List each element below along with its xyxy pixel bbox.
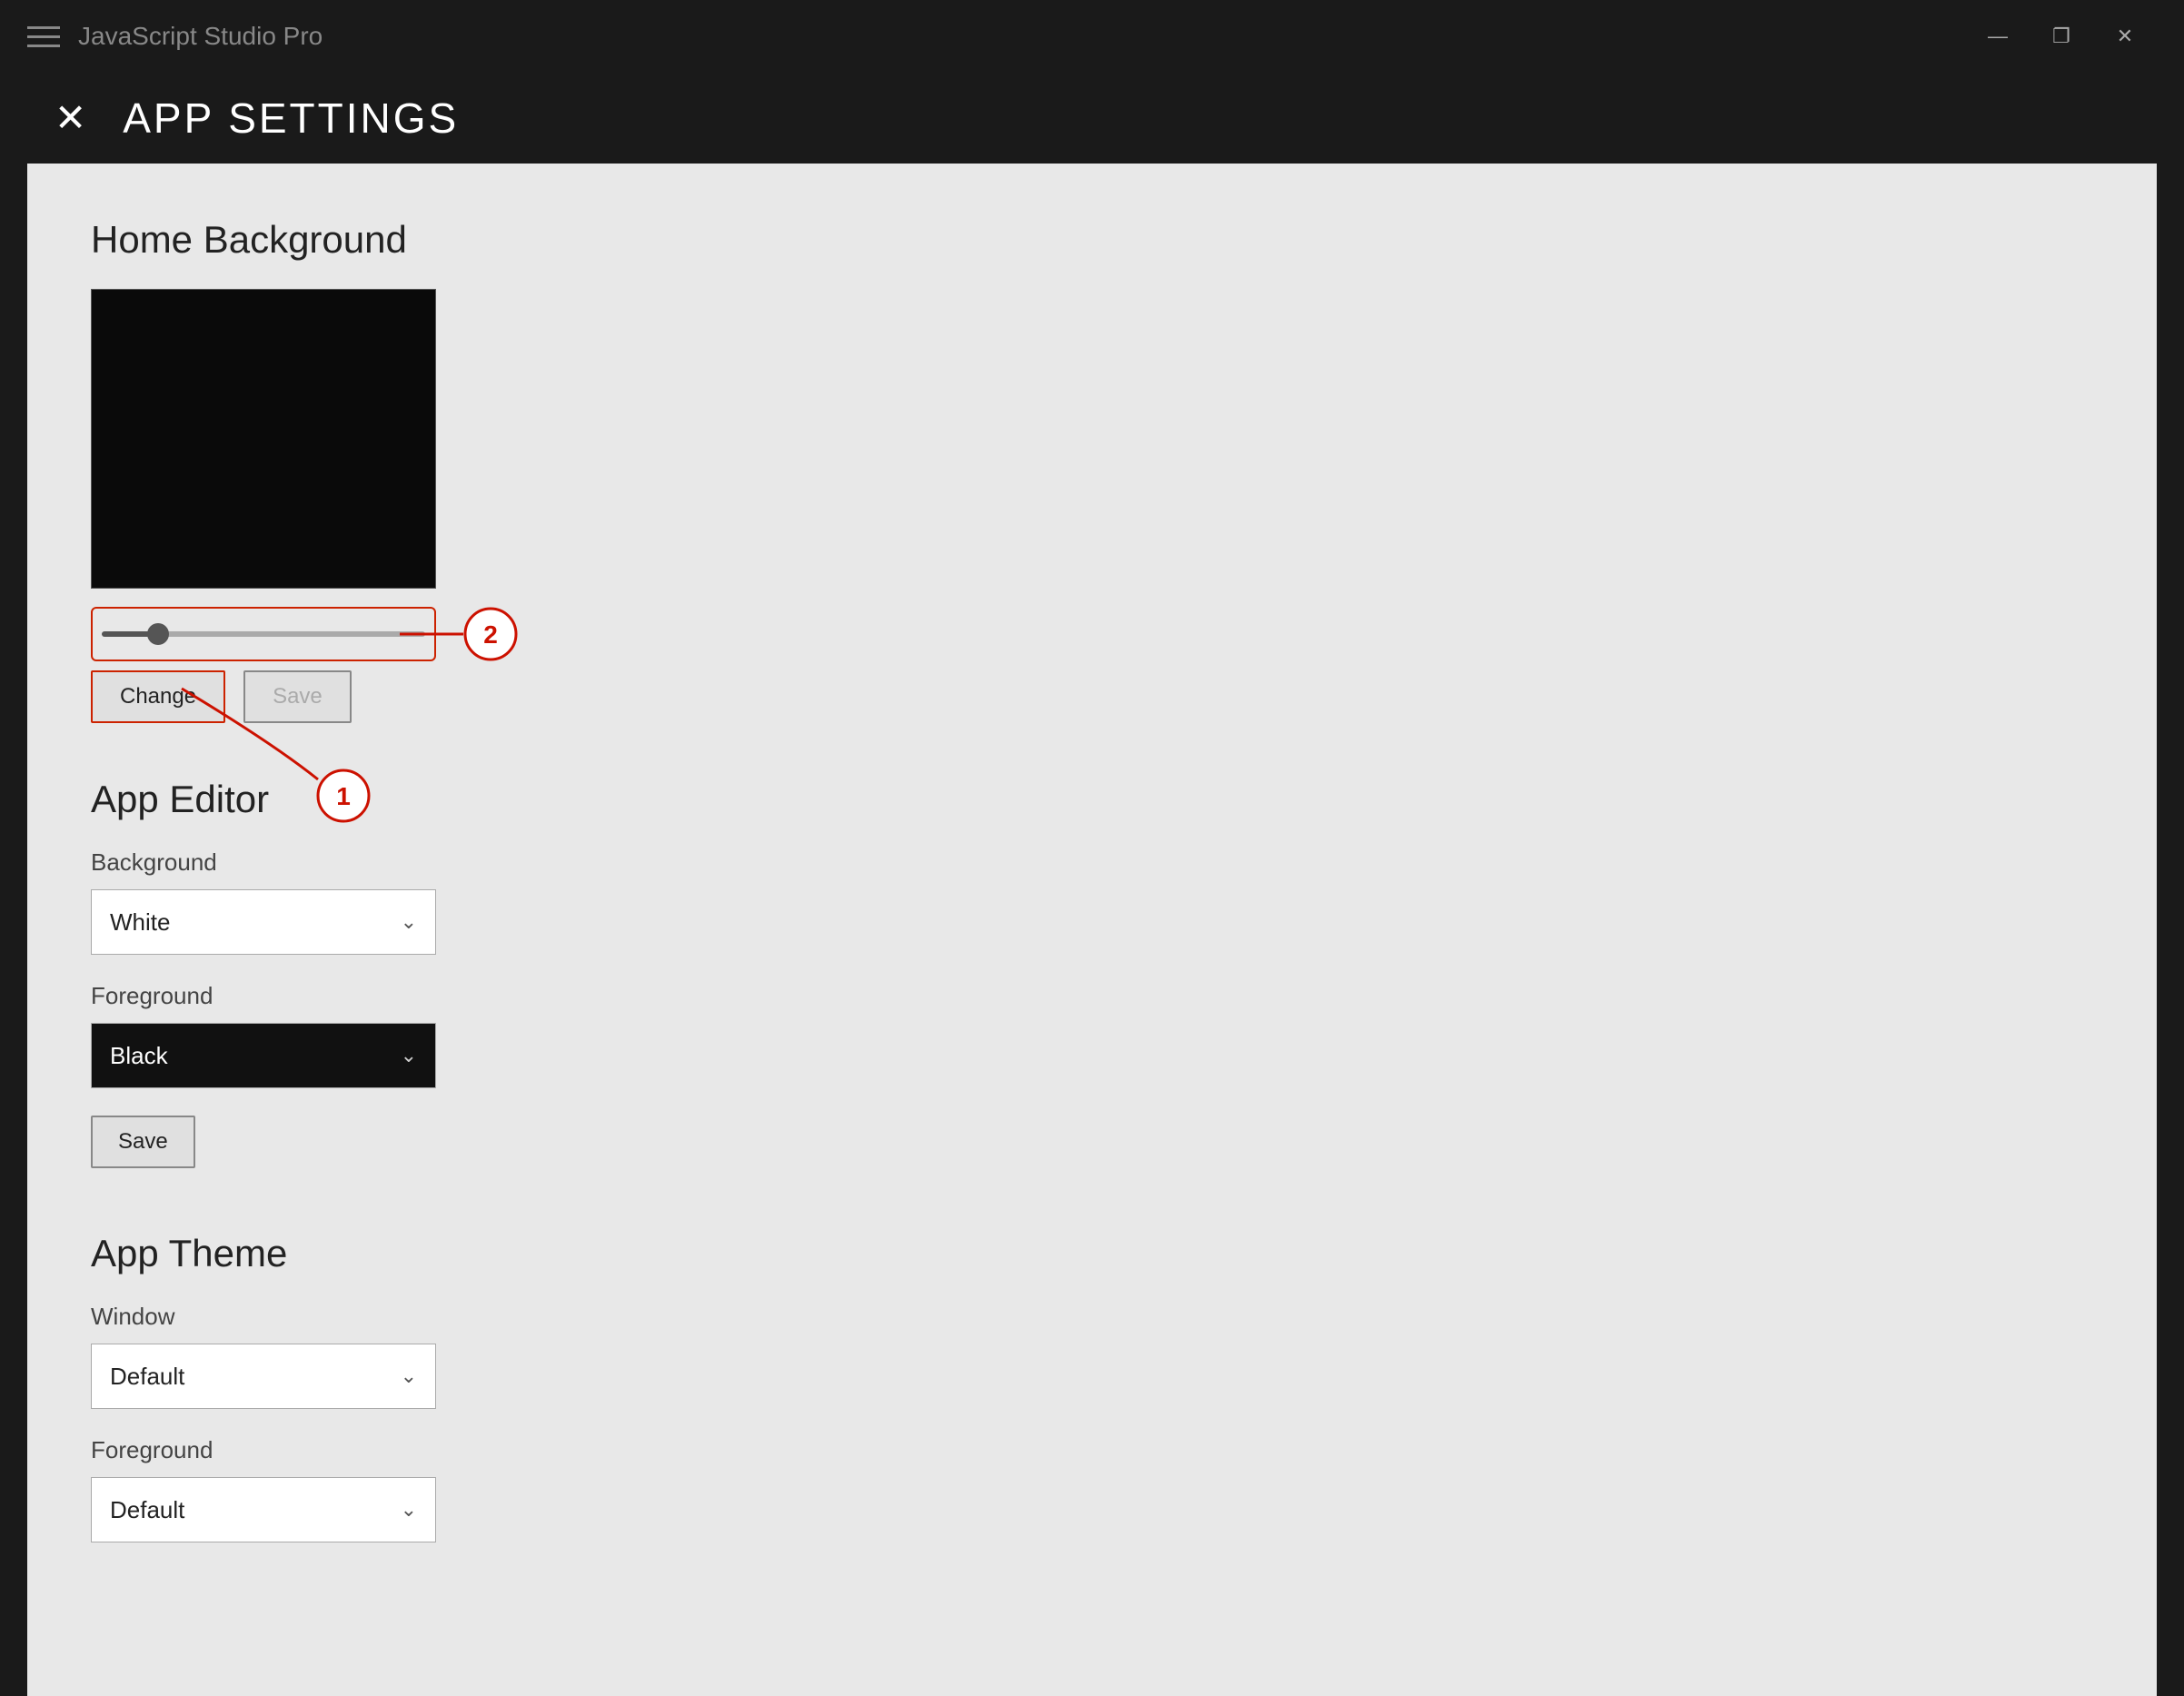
background-dropdown[interactable]: White ⌄ <box>91 889 436 955</box>
home-background-title: Home Background <box>91 218 2093 262</box>
svg-text:2: 2 <box>483 620 498 649</box>
app-theme-title: App Theme <box>91 1232 2093 1275</box>
theme-foreground-dropdown[interactable]: Default ⌄ <box>91 1477 436 1542</box>
background-chevron-icon: ⌄ <box>401 910 417 934</box>
foreground-chevron-icon: ⌄ <box>401 1044 417 1067</box>
app-editor-section: App Editor Background White ⌄ Foreground… <box>91 778 2093 1232</box>
settings-close-button[interactable]: ✕ <box>55 99 86 137</box>
title-bar-left: JavaScript Studio Pro <box>27 22 323 51</box>
foreground-selected-value: Black <box>110 1042 168 1070</box>
theme-foreground-chevron-icon: ⌄ <box>401 1498 417 1522</box>
close-button[interactable]: ✕ <box>2093 14 2157 59</box>
annotation-2-svg: 2 <box>400 607 581 679</box>
window-dropdown[interactable]: Default ⌄ <box>91 1344 436 1409</box>
brightness-slider[interactable] <box>102 631 425 637</box>
settings-title: APP SETTINGS <box>123 94 459 143</box>
title-bar-controls: — ❐ ✕ <box>1966 14 2157 59</box>
window-selected-value: Default <box>110 1363 184 1391</box>
change-button[interactable]: Change <box>91 670 225 723</box>
home-save-button[interactable]: Save <box>243 670 352 723</box>
home-background-section: Home Background 2 Change Save <box>91 218 2093 723</box>
slider-annotation-wrapper: 2 <box>91 607 636 661</box>
minimize-button[interactable]: — <box>1966 14 2030 59</box>
button-section: Change Save 1 <box>91 670 2093 723</box>
settings-header: ✕ APP SETTINGS <box>0 73 2184 164</box>
background-label: Background <box>91 848 2093 877</box>
foreground-dropdown[interactable]: Black ⌄ <box>91 1023 436 1088</box>
theme-foreground-label: Foreground <box>91 1436 2093 1464</box>
app-theme-section: App Theme Window Default ⌄ Foreground De… <box>91 1232 2093 1542</box>
background-selected-value: White <box>110 908 170 937</box>
main-content: Home Background 2 Change Save <box>27 164 2157 1696</box>
hamburger-menu-icon[interactable] <box>27 26 60 47</box>
background-preview <box>91 289 436 589</box>
foreground-label: Foreground <box>91 982 2093 1010</box>
maximize-button[interactable]: ❐ <box>2030 14 2093 59</box>
app-editor-title: App Editor <box>91 778 2093 821</box>
button-row: Change Save <box>91 670 2093 723</box>
brightness-slider-box <box>91 607 436 661</box>
theme-foreground-selected-value: Default <box>110 1496 184 1524</box>
window-chevron-icon: ⌄ <box>401 1364 417 1388</box>
title-bar: JavaScript Studio Pro — ❐ ✕ <box>0 0 2184 73</box>
window-label: Window <box>91 1303 2093 1331</box>
editor-save-button[interactable]: Save <box>91 1116 195 1168</box>
app-name: JavaScript Studio Pro <box>78 22 323 51</box>
